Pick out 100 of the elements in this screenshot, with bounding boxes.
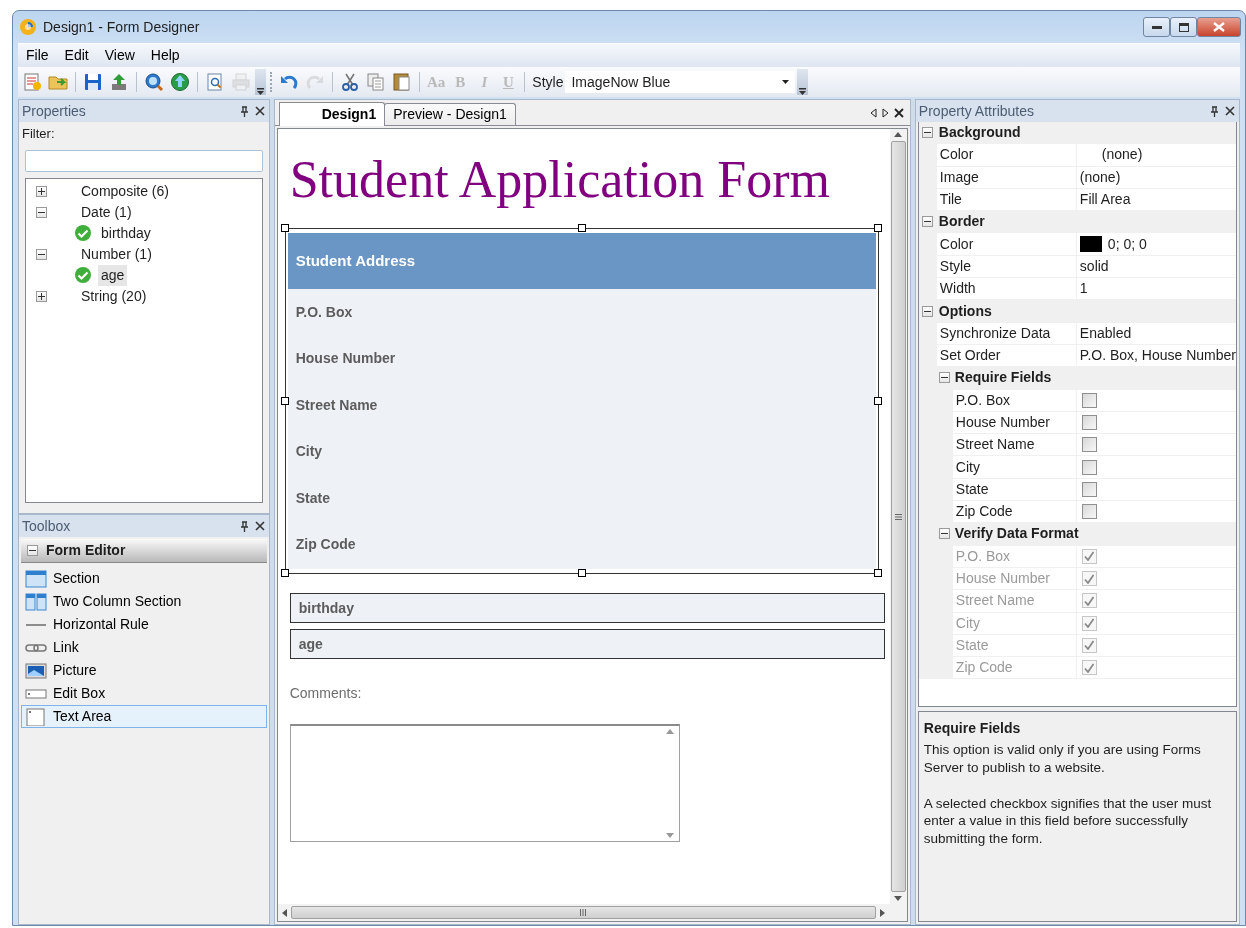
scroll-up-icon xyxy=(894,132,903,137)
pane-title: Properties xyxy=(22,101,86,121)
tree-item[interactable]: Date (1) xyxy=(78,201,135,223)
overflow-caret-icon xyxy=(257,88,264,95)
help-title: Require Fields xyxy=(923,719,1021,738)
collapse-toggle[interactable] xyxy=(938,372,950,384)
globe-button[interactable] xyxy=(168,71,192,93)
toolbar-overflow-button[interactable] xyxy=(255,69,266,95)
group-header[interactable]: Form Editor xyxy=(21,539,267,563)
collapse-toggle[interactable] xyxy=(922,216,934,228)
checkbox[interactable] xyxy=(1081,415,1097,430)
checkbox[interactable] xyxy=(1081,459,1097,475)
checkbox[interactable] xyxy=(1081,437,1097,453)
menu-item[interactable]: Help xyxy=(142,45,188,66)
check-circle-icon xyxy=(74,266,92,284)
collapse-toggle[interactable] xyxy=(922,305,934,317)
menu-item[interactable]: View xyxy=(96,45,143,66)
field-box[interactable]: age xyxy=(289,629,885,660)
resize-handle[interactable] xyxy=(280,569,289,578)
property-value[interactable]: 0; 0; 0 xyxy=(1076,233,1236,255)
close-icon[interactable] xyxy=(254,106,265,116)
property-value[interactable]: Fill Area xyxy=(1076,188,1236,211)
collapse-toggle[interactable] xyxy=(36,248,47,260)
document-tab[interactable]: Preview - Design1 xyxy=(384,103,516,125)
checkmark-icon xyxy=(1084,618,1095,629)
toolbox-item[interactable]: Edit Box xyxy=(21,682,267,705)
close-icon[interactable] xyxy=(254,521,265,531)
property-name: City xyxy=(952,456,1077,478)
pin-icon[interactable] xyxy=(239,520,249,532)
property-name: Zip Code xyxy=(952,657,1077,679)
collapse-toggle[interactable] xyxy=(938,528,950,540)
tree-item[interactable]: birthday xyxy=(98,222,154,244)
minimize-button[interactable] xyxy=(1143,17,1170,37)
close-button[interactable] xyxy=(1197,17,1241,37)
comments-field[interactable] xyxy=(289,724,680,843)
property-name: Zip Code xyxy=(952,501,1077,523)
expand-toggle[interactable] xyxy=(36,185,47,197)
property-name: House Number xyxy=(952,411,1077,434)
toolbox-item[interactable]: Link xyxy=(21,636,267,659)
resize-handle[interactable] xyxy=(873,397,882,406)
collapse-toggle[interactable] xyxy=(922,127,934,139)
tree-item[interactable]: Number (1) xyxy=(78,243,155,265)
help-text: A selected checkbox signifies that the user must enter a value in this field before successfully submitting the form. xyxy=(923,794,1213,849)
property-name: Width xyxy=(936,278,1077,300)
toolbox-item[interactable]: Text Area xyxy=(21,705,267,728)
toolbox-item[interactable]: Horizontal Rule xyxy=(21,613,267,636)
resize-handle[interactable] xyxy=(280,397,289,406)
toolbox-item[interactable]: Picture xyxy=(21,659,267,682)
grip-icon xyxy=(894,513,902,520)
section-icon xyxy=(25,569,47,588)
scroll-down-icon xyxy=(666,833,675,839)
expand-toggle[interactable] xyxy=(36,290,47,302)
resize-handle[interactable] xyxy=(873,224,882,233)
property-value[interactable]: (none) xyxy=(1076,144,1236,166)
pin-icon[interactable] xyxy=(1210,105,1219,117)
toolbox-item[interactable]: Two Column Section xyxy=(21,590,267,613)
menu-item[interactable]: Edit xyxy=(56,45,97,66)
maximize-button[interactable] xyxy=(1170,17,1197,37)
horizontal-scrollbar[interactable] xyxy=(277,904,907,921)
property-value[interactable]: solid xyxy=(1076,255,1236,278)
tree-item[interactable]: Composite (6) xyxy=(78,180,172,202)
plus-icon xyxy=(38,292,45,300)
scroll-right-icon[interactable] xyxy=(881,107,889,118)
check-circle-icon xyxy=(74,224,92,242)
tree-item[interactable]: String (20) xyxy=(78,285,150,307)
checkbox[interactable] xyxy=(1081,504,1097,520)
magnifier-button[interactable] xyxy=(142,71,166,93)
minus-icon xyxy=(924,132,932,134)
resize-handle[interactable] xyxy=(873,569,882,578)
checkbox[interactable] xyxy=(1081,481,1097,497)
toolbar-overflow-button[interactable] xyxy=(797,69,809,95)
resize-handle[interactable] xyxy=(280,224,289,233)
close-icon[interactable] xyxy=(893,107,904,118)
property-value[interactable]: Enabled xyxy=(1076,322,1236,344)
property-name: State xyxy=(952,478,1077,501)
property-value[interactable]: (none) xyxy=(1076,166,1236,188)
resize-handle[interactable] xyxy=(577,224,586,233)
field-label: City xyxy=(294,442,324,462)
field-label: State xyxy=(294,488,331,508)
property-name: State xyxy=(952,634,1077,657)
document-tab[interactable]: Design1 xyxy=(278,102,386,126)
collapse-toggle[interactable] xyxy=(27,545,38,556)
tree-item[interactable]: age xyxy=(98,264,128,286)
property-value[interactable]: 1 xyxy=(1076,278,1236,300)
scroll-left-icon[interactable] xyxy=(869,107,877,118)
style-dropdown[interactable]: ImageNow Blue xyxy=(565,71,796,93)
collapse-toggle[interactable] xyxy=(36,206,47,218)
category-header: Options xyxy=(936,300,1236,322)
property-value[interactable]: P.O. Box, House Number xyxy=(1076,344,1236,367)
menu-item[interactable]: File xyxy=(18,45,57,66)
resize-handle[interactable] xyxy=(577,569,586,578)
pin-icon[interactable] xyxy=(239,105,249,117)
filter-field[interactable] xyxy=(25,149,263,172)
property-name: Synchronize Data xyxy=(936,322,1077,344)
toolbox-item[interactable]: Section xyxy=(21,567,267,590)
field-box[interactable]: birthday xyxy=(289,593,885,624)
horizontal-rule-icon xyxy=(26,623,46,626)
close-icon[interactable] xyxy=(1225,106,1235,116)
vertical-scrollbar[interactable] xyxy=(889,129,907,904)
checkbox[interactable] xyxy=(1081,392,1097,408)
